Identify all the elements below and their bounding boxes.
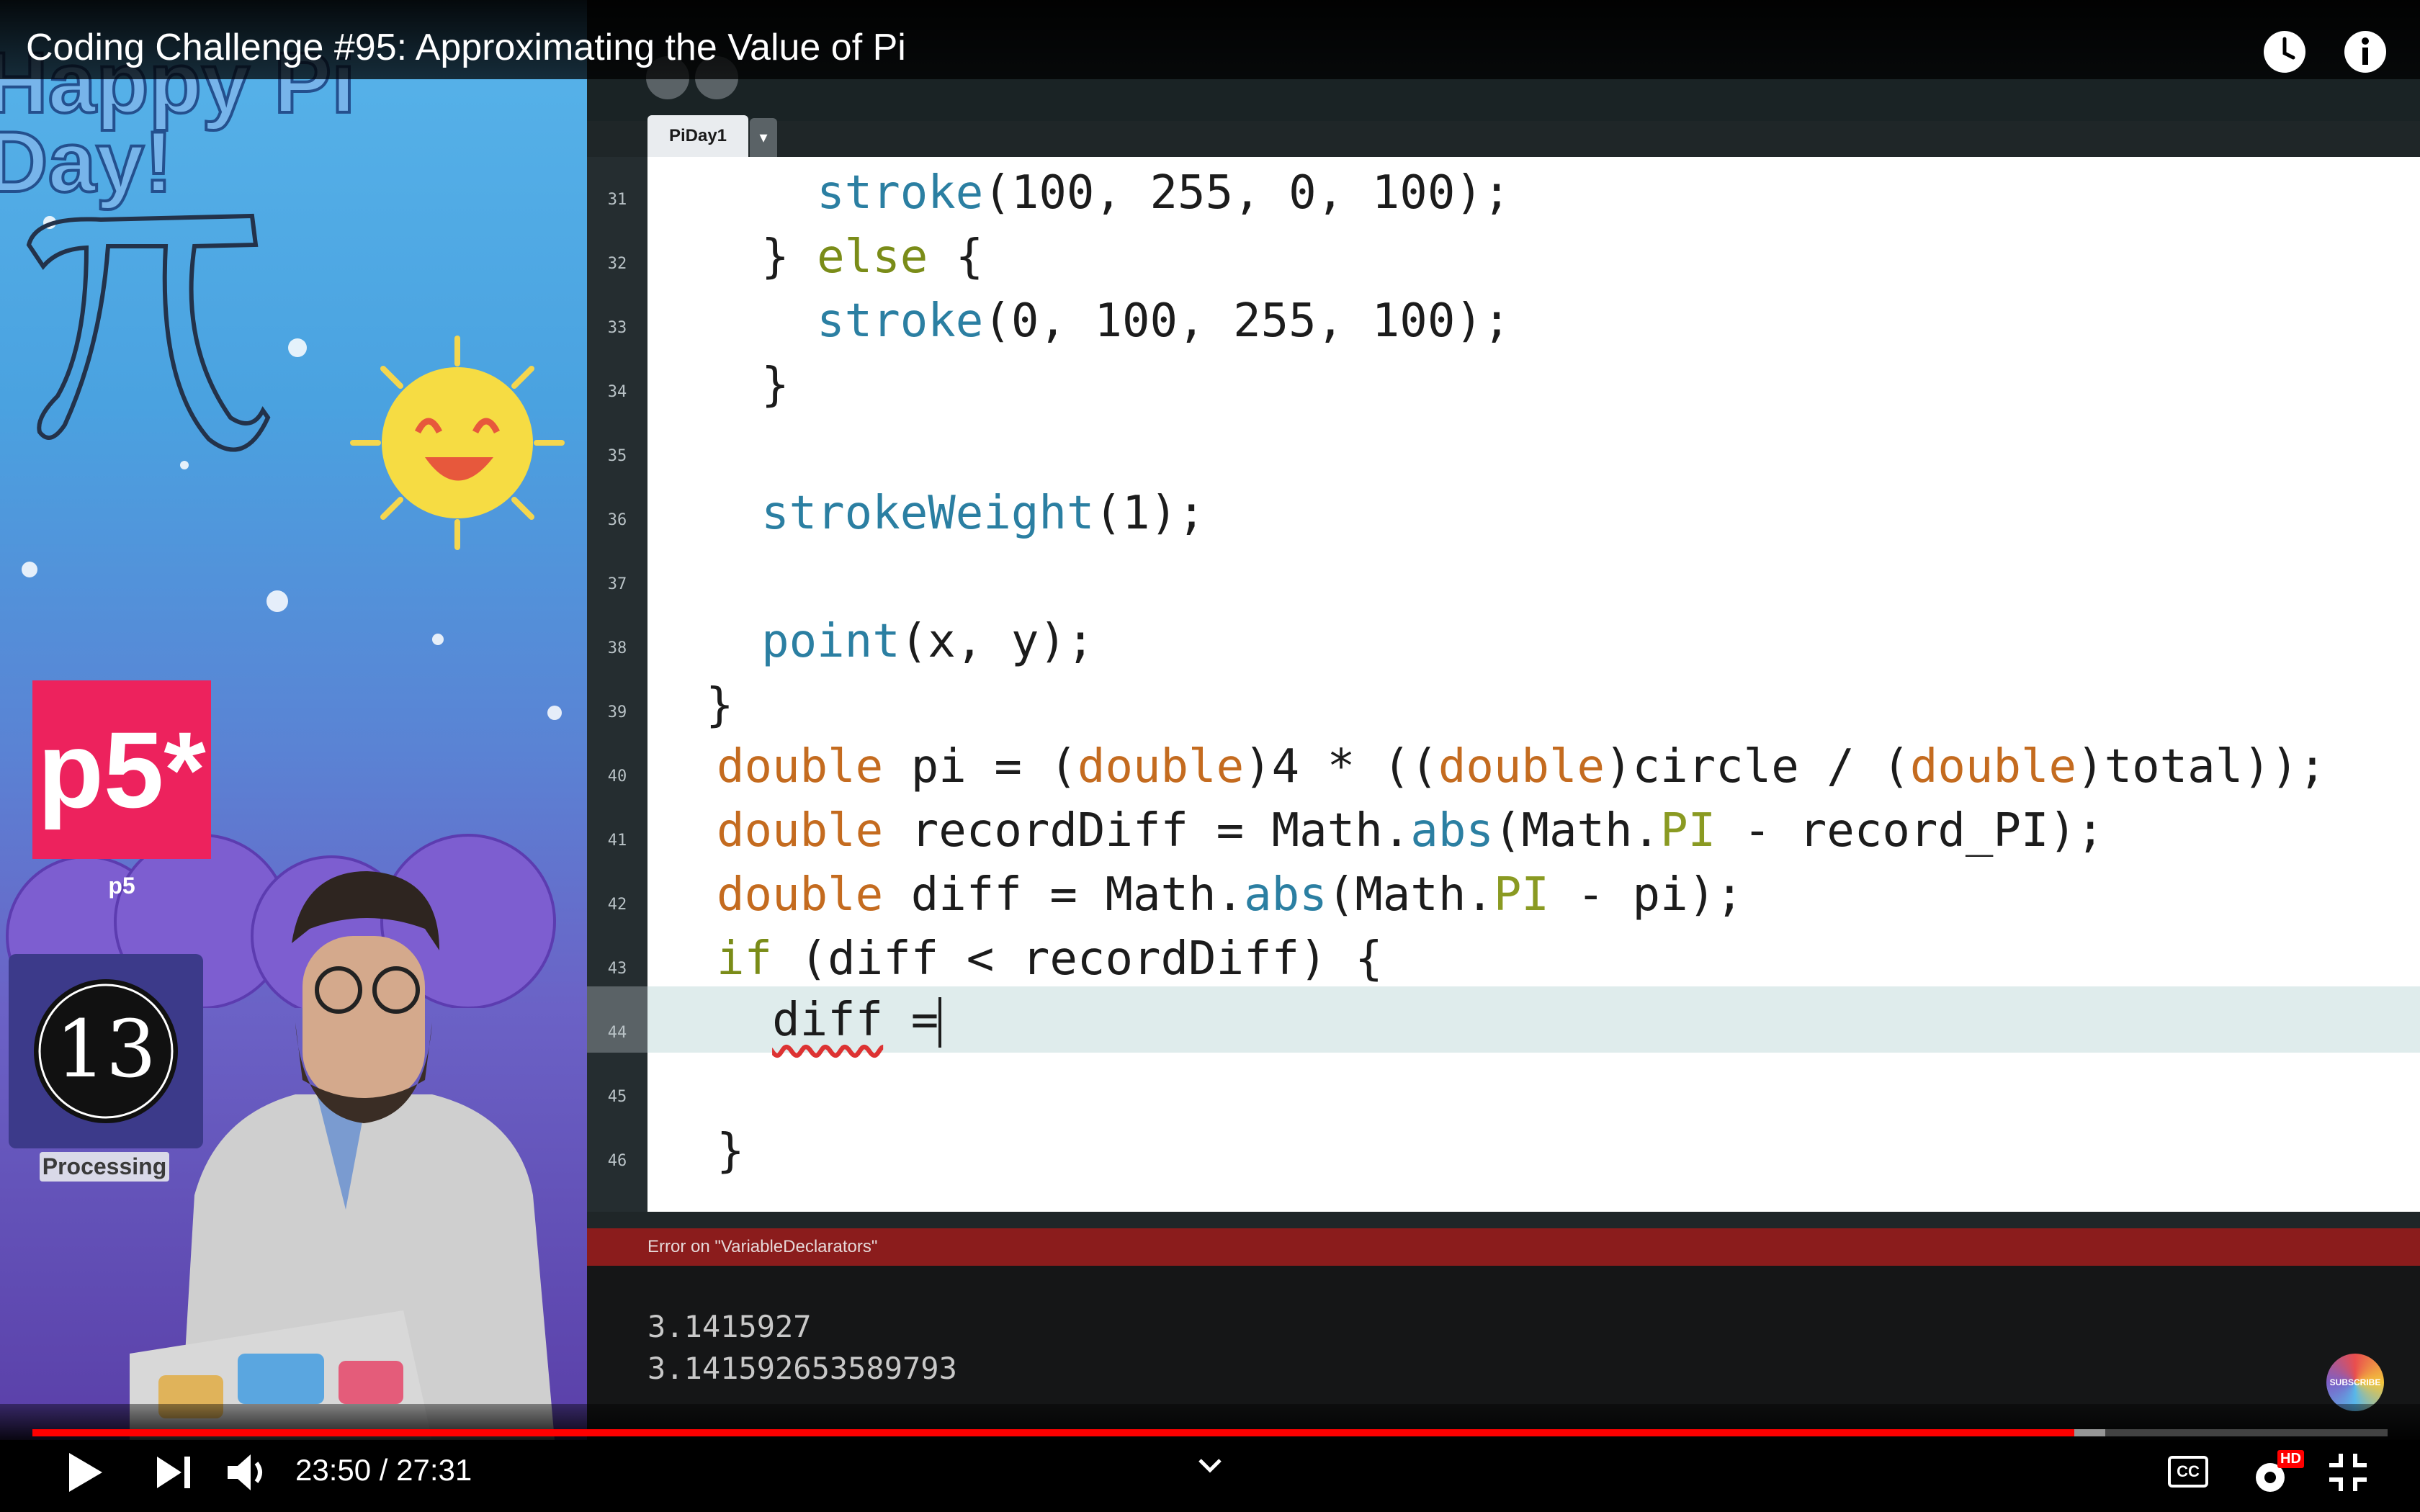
line-number-gutter	[587, 157, 647, 1212]
svg-text:13: 13	[55, 1003, 156, 1095]
line-number: 33	[607, 319, 627, 337]
next-video-icon[interactable]	[151, 1451, 197, 1494]
hd-badge: HD	[2277, 1450, 2304, 1468]
line-number: 34	[607, 383, 627, 401]
line-number: 32	[607, 255, 627, 273]
code-line-36: strokeWeight(1);	[761, 487, 1206, 540]
code-line-39: }	[706, 679, 734, 732]
code-line-41: double recordDiff = Math.abs(Math.PI - r…	[717, 804, 2105, 858]
p5-caption: p5	[108, 873, 135, 899]
info-icon[interactable]	[2342, 29, 2388, 75]
code-line-44: diff =	[717, 991, 942, 1049]
pi-symbol-graphic	[26, 213, 271, 452]
line-number: 42	[607, 896, 627, 914]
code-line-31: stroke(100, 255, 0, 100);	[817, 166, 1511, 220]
subscribe-button[interactable]: SUBSCRIBE	[2326, 1354, 2384, 1411]
video-background-panel: Happy Pi Day! p5* p5 13 Processing	[0, 0, 587, 1440]
line-number: 38	[607, 639, 627, 657]
progress-bar[interactable]	[32, 1429, 2388, 1436]
line-number: 31	[607, 191, 627, 209]
line-number: 37	[607, 575, 627, 593]
p5-logo: p5*	[32, 680, 211, 859]
volume-icon[interactable]	[223, 1449, 274, 1496]
line-number: 36	[607, 511, 627, 529]
code-line-38: point(x, y);	[761, 615, 1095, 668]
code-line-40: double pi = (double)4 * ((double)circle …	[717, 740, 2326, 793]
processing-caption: Processing	[40, 1152, 169, 1182]
console-line: 3.141592653589793	[647, 1351, 957, 1386]
line-number: 43	[607, 960, 627, 978]
tab-piday1[interactable]: PiDay1	[647, 115, 748, 157]
line-number: 41	[607, 832, 627, 850]
code-line-42: double diff = Math.abs(Math.PI - pi);	[717, 868, 1744, 922]
captions-cc-icon[interactable]: CC	[2168, 1456, 2208, 1488]
video-title[interactable]: Coding Challenge #95: Approximating the …	[26, 26, 906, 69]
sun-illustration	[350, 336, 565, 550]
tab-menu-dropdown-icon[interactable]: ▾	[750, 118, 777, 157]
exit-fullscreen-icon[interactable]	[2326, 1451, 2370, 1494]
code-line-33: stroke(0, 100, 255, 100);	[817, 294, 1511, 348]
current-line-gutter	[587, 986, 647, 1053]
code-line-46: }	[717, 1125, 745, 1178]
code-line-32: } else {	[706, 230, 984, 284]
time-display: 23:50 / 27:31	[295, 1453, 472, 1487]
line-number: 45	[607, 1088, 627, 1106]
processing-logo: 13	[9, 954, 203, 1148]
code-line-34: }	[706, 359, 789, 412]
chevron-down-icon[interactable]	[1196, 1454, 1224, 1476]
line-number: 35	[607, 447, 627, 465]
processing-ide-window: PiDay1 ▾ 31 32 33 34 35 36 37 38 39 40 4…	[587, 0, 2420, 1440]
line-number: 44	[607, 1024, 627, 1042]
play-icon[interactable]	[59, 1447, 109, 1498]
watch-later-clock-icon[interactable]	[2262, 29, 2308, 75]
code-line-43: if (diff < recordDiff) {	[717, 932, 1383, 986]
line-number: 46	[607, 1152, 627, 1170]
progress-played	[32, 1429, 2075, 1436]
line-number: 39	[607, 703, 627, 721]
error-status-bar: Error on "VariableDeclarators"	[587, 1228, 2420, 1266]
line-number: 40	[607, 768, 627, 786]
text-cursor	[938, 997, 942, 1048]
console-line: 3.1415927	[647, 1309, 812, 1344]
